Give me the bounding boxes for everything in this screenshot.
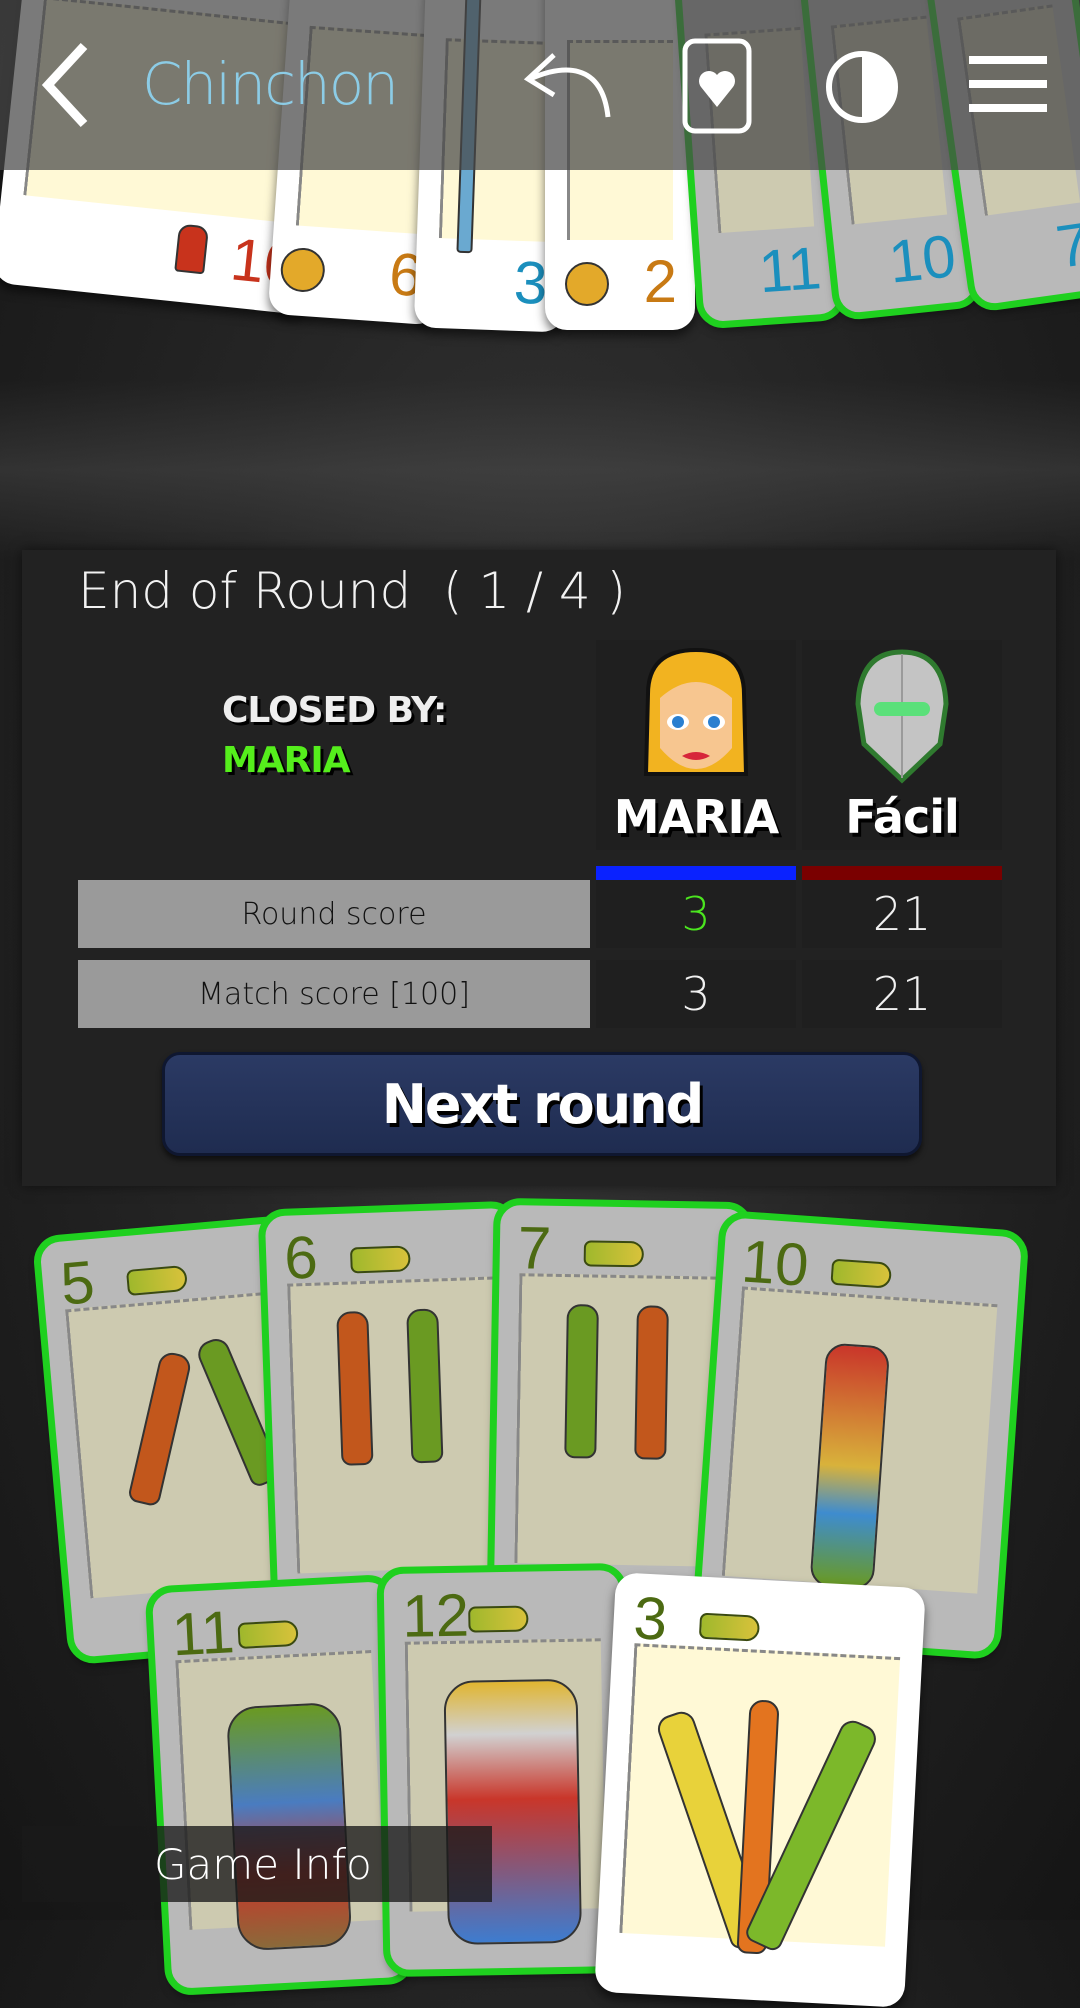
hand-card[interactable]: 12	[376, 1562, 634, 1978]
card-rank: 7	[1052, 209, 1080, 281]
card-rank: 10	[739, 1227, 811, 1299]
app-header: Chinchon	[0, 0, 1080, 170]
round-score-value: 21	[802, 880, 1002, 948]
theme-toggle-button[interactable]	[820, 45, 904, 129]
copas-cup-icon	[174, 223, 210, 275]
round-score-value: 3	[596, 880, 796, 948]
undo-button[interactable]	[520, 40, 620, 130]
bastos-club-icon	[583, 1240, 645, 1268]
bastos-club-icon	[237, 1619, 299, 1649]
card-rank: 7	[517, 1214, 552, 1282]
app-title: Chinchon	[142, 50, 399, 118]
card-rank: 11	[170, 1598, 236, 1669]
oros-coin-icon	[279, 246, 327, 294]
card-rank: 11	[756, 234, 824, 306]
card-rank: 2	[643, 248, 677, 315]
next-round-label: Next round	[381, 1072, 705, 1136]
bastos-club-icon	[349, 1245, 411, 1274]
contrast-icon	[826, 51, 898, 123]
bastos-club-icon	[468, 1605, 529, 1633]
player-column: Fácil	[802, 640, 1002, 850]
card-rank: 10	[885, 222, 959, 296]
oros-coin-icon	[565, 262, 609, 306]
match-score-value: 21	[802, 960, 1002, 1028]
match-score-value: 3	[596, 960, 796, 1028]
dialog-title: End of Round ( 1 / 4 )	[78, 562, 627, 620]
card-heart-icon	[682, 38, 752, 134]
player-name: MARIA	[613, 790, 780, 844]
card-deck-button[interactable]	[680, 36, 754, 136]
player-name: Fácil	[845, 790, 960, 844]
next-round-button[interactable]: Next round	[162, 1052, 922, 1156]
closed-by-label: CLOSED BY:	[222, 690, 447, 731]
game-info-label: Game Info	[154, 1839, 372, 1889]
bastos-club-icon	[830, 1258, 893, 1289]
card-rank: 6	[283, 1223, 319, 1292]
table-surface	[0, 380, 1080, 560]
card-rank: 3	[512, 248, 549, 317]
match-score-label: Match score [100]	[78, 960, 590, 1028]
card-rank: 5	[58, 1247, 98, 1318]
undo-arrow-icon	[523, 53, 611, 118]
player-column: MARIA	[596, 640, 796, 850]
back-button[interactable]	[30, 40, 100, 130]
card-rank: 3	[632, 1584, 669, 1653]
game-info-button[interactable]: Game Info	[22, 1826, 492, 1902]
robot-avatar-icon	[855, 649, 949, 784]
rey-figure	[443, 1678, 583, 1946]
card-rank: 12	[401, 1581, 470, 1650]
closed-by-name: MARIA	[222, 740, 351, 781]
hand-card-unmelded[interactable]: 3	[594, 1572, 926, 2008]
bastos-club-icon	[125, 1264, 189, 1296]
woman-avatar-icon	[643, 647, 749, 776]
chevron-left-icon	[41, 42, 88, 128]
hamburger-menu-icon	[969, 56, 1047, 112]
bastos-club-icon	[698, 1612, 761, 1642]
round-score-label: Round score	[78, 880, 590, 948]
end-of-round-dialog: End of Round ( 1 / 4 ) CLOSED BY: MARIA …	[22, 550, 1056, 1186]
menu-button[interactable]	[966, 52, 1050, 116]
hand-card[interactable]: 11	[144, 1573, 416, 1997]
